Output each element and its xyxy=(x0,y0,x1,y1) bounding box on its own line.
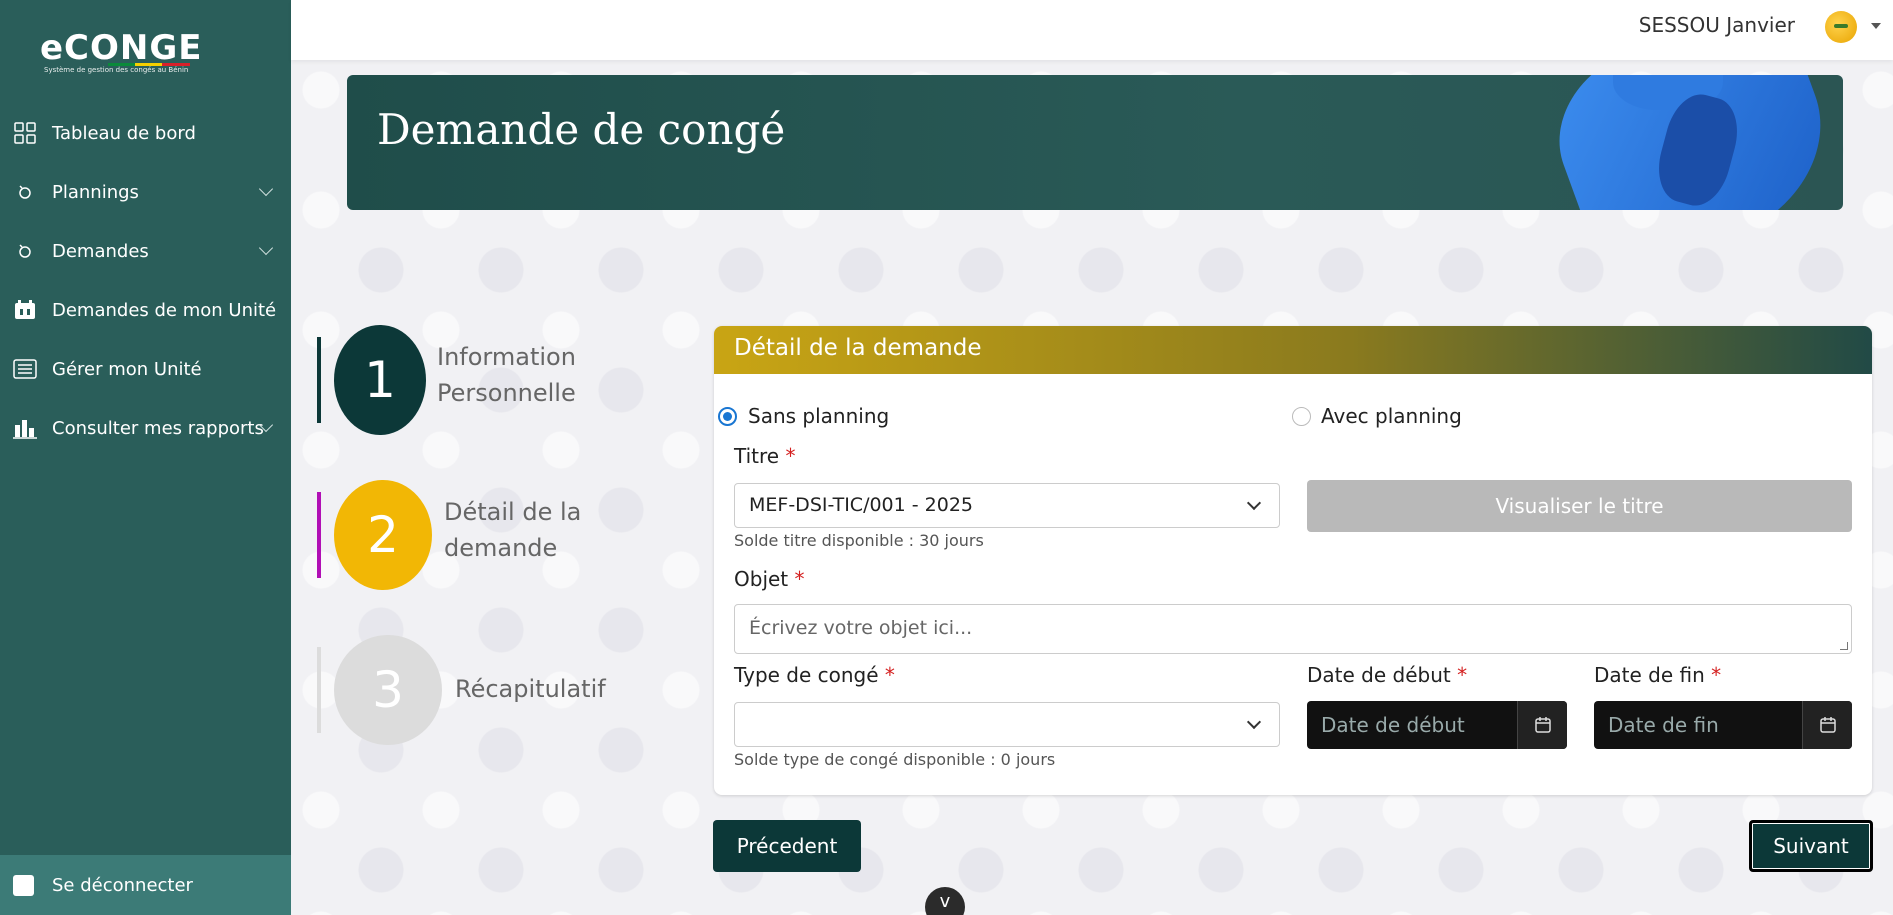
logo-subtitle: Système de gestion des congés au Bénin xyxy=(44,66,189,74)
step-number: 3 xyxy=(334,635,442,745)
objet-textarea[interactable]: Écrivez votre objet ici... xyxy=(734,604,1852,654)
sidebar-item-label: Gérer mon Unité xyxy=(52,358,202,380)
radio-sans-planning-label[interactable]: Sans planning xyxy=(748,404,889,428)
solde-titre-text: Solde titre disponible : 30 jours xyxy=(734,531,984,550)
type-conge-select[interactable] xyxy=(734,702,1280,747)
step-label-line: Détail de la xyxy=(444,498,582,526)
titre-select-value: MEF-DSI-TIC/001 - 2025 xyxy=(749,494,974,516)
sidebar: eCONGE Système de gestion des congés au … xyxy=(0,0,291,915)
resize-grip-icon[interactable] xyxy=(1840,642,1848,650)
type-conge-label: Type de congé * xyxy=(734,663,895,687)
radio-avec-planning[interactable] xyxy=(1292,407,1311,426)
objet-placeholder: Écrivez votre objet ici... xyxy=(749,617,973,639)
titre-label: Titre * xyxy=(734,444,796,468)
step-3: 3 Récapitulatif xyxy=(317,635,617,745)
next-button[interactable]: Suivant xyxy=(1749,820,1873,872)
calendar-icon[interactable] xyxy=(1517,701,1567,749)
sidebar-item-label: Tableau de bord xyxy=(52,122,196,144)
logout-icon xyxy=(13,874,34,896)
previous-button[interactable]: Précedent xyxy=(713,820,861,872)
chart-icon xyxy=(12,415,38,441)
user-name[interactable]: SESSOU Janvier xyxy=(1639,13,1795,37)
solde-type-conge-text: Solde type de congé disponible : 0 jours xyxy=(734,750,1056,769)
calendar-icon[interactable] xyxy=(1802,701,1852,749)
step-label-line: Personnelle xyxy=(437,379,576,407)
sidebar-item-demandes[interactable]: Demandes xyxy=(0,231,291,271)
card-title: Détail de la demande xyxy=(734,335,982,361)
logo: eCONGE Système de gestion des congés au … xyxy=(40,30,240,80)
date-debut-placeholder: Date de début xyxy=(1321,713,1465,737)
date-fin-placeholder: Date de fin xyxy=(1608,713,1719,737)
logo-title: eCONGE xyxy=(40,28,203,68)
step-indicator-bar xyxy=(317,337,321,423)
date-fin-input[interactable]: Date de fin xyxy=(1594,701,1852,749)
step-label: Récapitulatif xyxy=(455,671,606,707)
logout-label: Se déconnecter xyxy=(52,874,193,896)
step-label: Détail de la demande xyxy=(444,494,581,566)
list-icon xyxy=(12,356,38,382)
building-icon xyxy=(12,297,38,323)
step-2: 2 Détail de la demande xyxy=(317,480,617,590)
grid-icon xyxy=(12,120,38,146)
step-label-line: Récapitulatif xyxy=(455,675,606,703)
sidebar-item-label: Demandes de mon Unité xyxy=(52,299,277,321)
sidebar-item-manage-unit[interactable]: Gérer mon Unité xyxy=(0,349,291,389)
step-label-line: Information xyxy=(437,343,576,371)
caret-down-icon[interactable] xyxy=(1871,23,1881,29)
planning-icon xyxy=(12,179,38,205)
card-header: Détail de la demande xyxy=(714,326,1872,374)
chevron-down-icon xyxy=(258,240,274,256)
date-debut-label: Date de début * xyxy=(1307,663,1468,687)
date-fin-label: Date de fin * xyxy=(1594,663,1722,687)
step-1: 1 Information Personnelle xyxy=(317,325,617,435)
step-number: 2 xyxy=(334,480,432,590)
sidebar-item-dashboard[interactable]: Tableau de bord xyxy=(0,113,291,153)
sidebar-item-label: Consulter mes rapports xyxy=(52,417,264,439)
sidebar-item-unit-requests[interactable]: Demandes de mon Unité xyxy=(0,290,291,330)
step-label: Information Personnelle xyxy=(437,339,576,411)
chevron-down-icon xyxy=(1246,714,1262,730)
sidebar-item-label: Plannings xyxy=(52,181,139,203)
step-number: 1 xyxy=(334,325,426,435)
request-detail-card: Détail de la demande Sans planning Avec … xyxy=(714,326,1872,795)
top-bar: SESSOU Janvier xyxy=(291,0,1893,60)
page-title: Demande de congé xyxy=(377,105,786,154)
sidebar-item-plannings[interactable]: Plannings xyxy=(0,172,291,212)
sidebar-item-reports[interactable]: Consulter mes rapports xyxy=(0,408,291,448)
titre-select[interactable]: MEF-DSI-TIC/001 - 2025 xyxy=(734,483,1280,528)
chevron-down-icon xyxy=(1246,495,1262,511)
objet-label: Objet * xyxy=(734,567,805,591)
logout-button[interactable]: Se déconnecter xyxy=(0,855,291,915)
chevron-down-icon xyxy=(258,181,274,197)
radio-sans-planning[interactable] xyxy=(718,407,737,426)
step-label-line: demande xyxy=(444,534,558,562)
sidebar-item-label: Demandes xyxy=(52,240,149,262)
avatar[interactable] xyxy=(1825,11,1857,43)
date-debut-input[interactable]: Date de début xyxy=(1307,701,1567,749)
page-banner: Demande de congé xyxy=(347,75,1843,210)
radio-avec-planning-label[interactable]: Avec planning xyxy=(1321,404,1462,428)
step-indicator-bar xyxy=(317,647,321,733)
request-icon xyxy=(12,238,38,264)
visualiser-titre-button[interactable]: Visualiser le titre xyxy=(1307,480,1852,532)
step-indicator-bar xyxy=(317,492,321,578)
